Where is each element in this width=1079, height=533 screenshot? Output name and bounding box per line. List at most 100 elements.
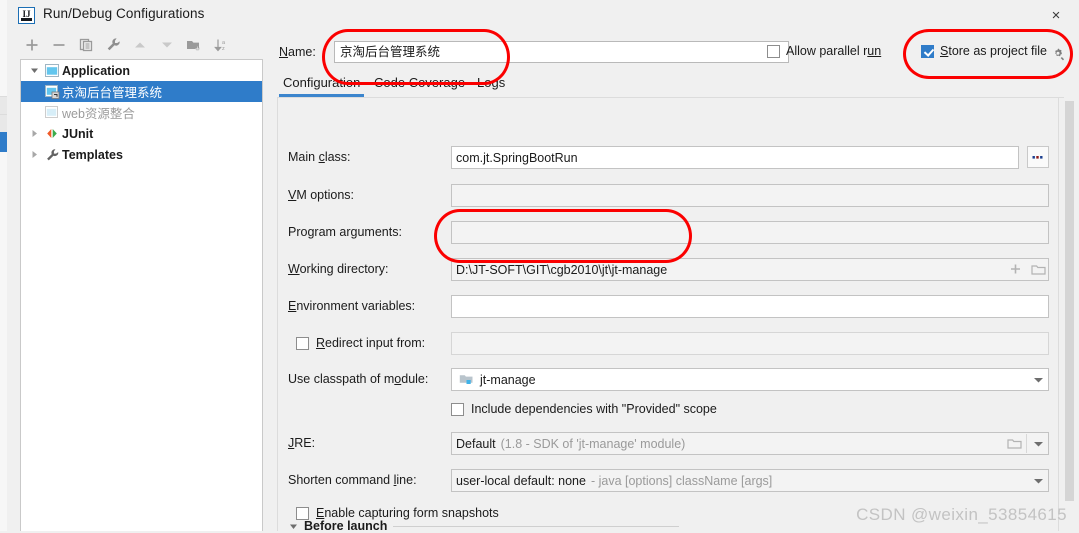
vm-options-input[interactable]	[451, 184, 1049, 207]
chevron-down-icon[interactable]	[1028, 470, 1048, 491]
title-bar: IJ Run/Debug Configurations ×	[7, 0, 1079, 32]
gear-icon[interactable]	[1049, 45, 1067, 63]
jre-value: Default	[456, 436, 496, 451]
working-directory-value: D:\JT-SOFT\GIT\cgb2010\jt\jt-manage	[456, 262, 668, 277]
remove-configuration-button[interactable]	[48, 34, 70, 55]
checkbox-box[interactable]	[296, 336, 309, 350]
tab-logs[interactable]: Logs	[475, 72, 507, 96]
name-row: Name: 京淘后台管理系统 Allow parallel run Store …	[279, 41, 1071, 65]
arrow-up-icon[interactable]	[129, 34, 151, 55]
tree-item-label: 京淘后台管理系统	[62, 86, 163, 100]
tree-item-label: web资源整合	[62, 107, 135, 121]
enable-capturing-label: Enable capturing form snapshots	[316, 506, 499, 520]
window-title: Run/Debug Configurations	[43, 6, 205, 21]
program-arguments-row: Program arguments:	[288, 221, 1049, 245]
include-provided-row: Include dependencies with "Provided" sco…	[288, 398, 1048, 422]
configurations-toolbar: az	[7, 31, 271, 58]
intellij-idea-icon: IJ	[18, 7, 35, 24]
working-directory-input[interactable]: D:\JT-SOFT\GIT\cgb2010\jt\jt-manage	[451, 258, 1049, 281]
tree-item-application[interactable]: Application	[21, 60, 262, 81]
vm-options-label: VM options:	[288, 188, 355, 202]
redirect-input-label: Redirect input from:	[316, 336, 426, 350]
tree-item-junit[interactable]: JUnit	[21, 123, 262, 144]
chevron-down-icon[interactable]	[289, 522, 298, 531]
configurations-tree[interactable]: Application 京淘后台管理系统 web资源整合 JUnit Templ…	[20, 59, 263, 531]
redirect-input-field[interactable]	[451, 332, 1049, 355]
environment-variables-input[interactable]	[451, 295, 1049, 318]
jre-value-hint: (1.8 - SDK of 'jt-manage' module)	[500, 436, 686, 451]
environment-variables-row: Environment variables:	[288, 295, 1049, 319]
chevron-down-icon[interactable]	[1028, 369, 1048, 390]
name-input[interactable]: 京淘后台管理系统	[334, 41, 789, 63]
configurations-panel: az Application 京淘后台管理系统 web资源整合 JUnit Te…	[7, 31, 271, 531]
redirect-input-checkbox[interactable]: Redirect input from:	[296, 336, 425, 350]
run-config-icon	[42, 81, 62, 102]
main-class-input[interactable]: com.jt.SpringBootRun	[451, 146, 1019, 169]
classpath-module-value: jt-manage	[480, 372, 536, 387]
module-icon	[458, 372, 474, 388]
shorten-command-line-select[interactable]: user-local default: none - java [options…	[451, 469, 1049, 492]
application-icon	[42, 60, 62, 81]
wrench-icon[interactable]	[102, 34, 124, 55]
allow-parallel-run-label: Allow parallel run	[786, 44, 882, 58]
close-icon[interactable]: ×	[1043, 5, 1069, 27]
editor-tabs: Configuration Code Coverage Logs	[277, 72, 1071, 98]
classpath-module-row: Use classpath of module: jt-manage	[288, 368, 1049, 392]
shorten-command-line-row: Shorten command line: user-local default…	[288, 469, 1049, 493]
working-directory-label: Working directory:	[288, 262, 389, 276]
folder-icon[interactable]	[1030, 262, 1046, 278]
plus-icon[interactable]	[1007, 262, 1023, 278]
store-as-project-file-checkbox[interactable]: Store as project file	[921, 44, 1047, 58]
main-class-label: Main class:	[288, 150, 351, 164]
tab-configuration[interactable]: Configuration	[278, 72, 365, 97]
checkbox-box[interactable]	[767, 44, 780, 58]
chevron-right-icon[interactable]	[27, 123, 42, 144]
jre-select[interactable]: Default (1.8 - SDK of 'jt-manage' module…	[451, 432, 1049, 455]
include-provided-label: Include dependencies with "Provided" sco…	[471, 402, 717, 416]
tab-code-coverage[interactable]: Code Coverage	[372, 72, 467, 96]
configuration-form: Main class: com.jt.SpringBootRun VM opti…	[277, 97, 1059, 531]
tree-item-label: Templates	[62, 147, 123, 162]
configuration-editor-panel: Name: 京淘后台管理系统 Allow parallel run Store …	[271, 31, 1079, 533]
run-config-icon	[42, 102, 62, 123]
shorten-command-line-label: Shorten command line:	[288, 473, 417, 487]
chevron-down-icon[interactable]	[27, 60, 42, 81]
enable-capturing-checkbox[interactable]: Enable capturing form snapshots	[296, 506, 499, 520]
main-class-browse-button[interactable]	[1027, 146, 1049, 168]
arrow-down-icon[interactable]	[156, 34, 178, 55]
checkbox-box[interactable]	[451, 402, 464, 416]
name-label: Name:	[279, 45, 316, 59]
program-arguments-input[interactable]	[451, 221, 1049, 244]
include-provided-checkbox[interactable]: Include dependencies with "Provided" sco…	[451, 402, 717, 416]
svg-text:z: z	[222, 46, 225, 52]
form-scrollbar-thumb[interactable]	[1065, 101, 1074, 501]
working-directory-buttons	[1007, 259, 1046, 280]
chevron-down-icon[interactable]	[1028, 433, 1048, 454]
working-directory-row: Working directory: D:\JT-SOFT\GIT\cgb201…	[288, 258, 1049, 282]
tree-item-web-resources[interactable]: web资源整合	[21, 102, 262, 123]
store-as-project-file-label: Store as project file	[940, 44, 1048, 58]
folder-add-icon[interactable]	[183, 34, 205, 55]
tree-item-label: Application	[62, 63, 131, 78]
tree-item-templates[interactable]: Templates	[21, 144, 262, 165]
allow-parallel-run-checkbox[interactable]: Allow parallel run	[767, 44, 881, 58]
environment-variables-label: Environment variables:	[288, 299, 416, 313]
sort-az-icon[interactable]: az	[210, 34, 232, 55]
checkbox-box[interactable]	[296, 506, 309, 520]
watermark: CSDN @weixin_53854615	[856, 505, 1067, 524]
shorten-command-line-value: user-local default: none	[456, 473, 586, 488]
copy-icon[interactable]	[75, 34, 97, 55]
folder-icon[interactable]	[1006, 435, 1022, 451]
wrench-icon	[42, 144, 62, 165]
chevron-right-icon[interactable]	[27, 144, 42, 165]
add-configuration-button[interactable]	[21, 34, 43, 55]
tree-item-jingtao-admin[interactable]: 京淘后台管理系统	[21, 81, 262, 102]
checkbox-box[interactable]	[921, 44, 934, 58]
before-launch-divider	[393, 525, 679, 527]
redirect-input-row: Redirect input from:	[288, 332, 1049, 356]
shorten-command-line-hint: - java [options] className [args]	[590, 473, 773, 488]
classpath-module-label: Use classpath of module:	[288, 372, 429, 386]
program-arguments-label: Program arguments:	[288, 225, 402, 239]
run-debug-configurations-dialog: IJ Run/Debug Configurations × a z Applic…	[0, 0, 1079, 533]
classpath-module-select[interactable]: jt-manage	[451, 368, 1049, 391]
